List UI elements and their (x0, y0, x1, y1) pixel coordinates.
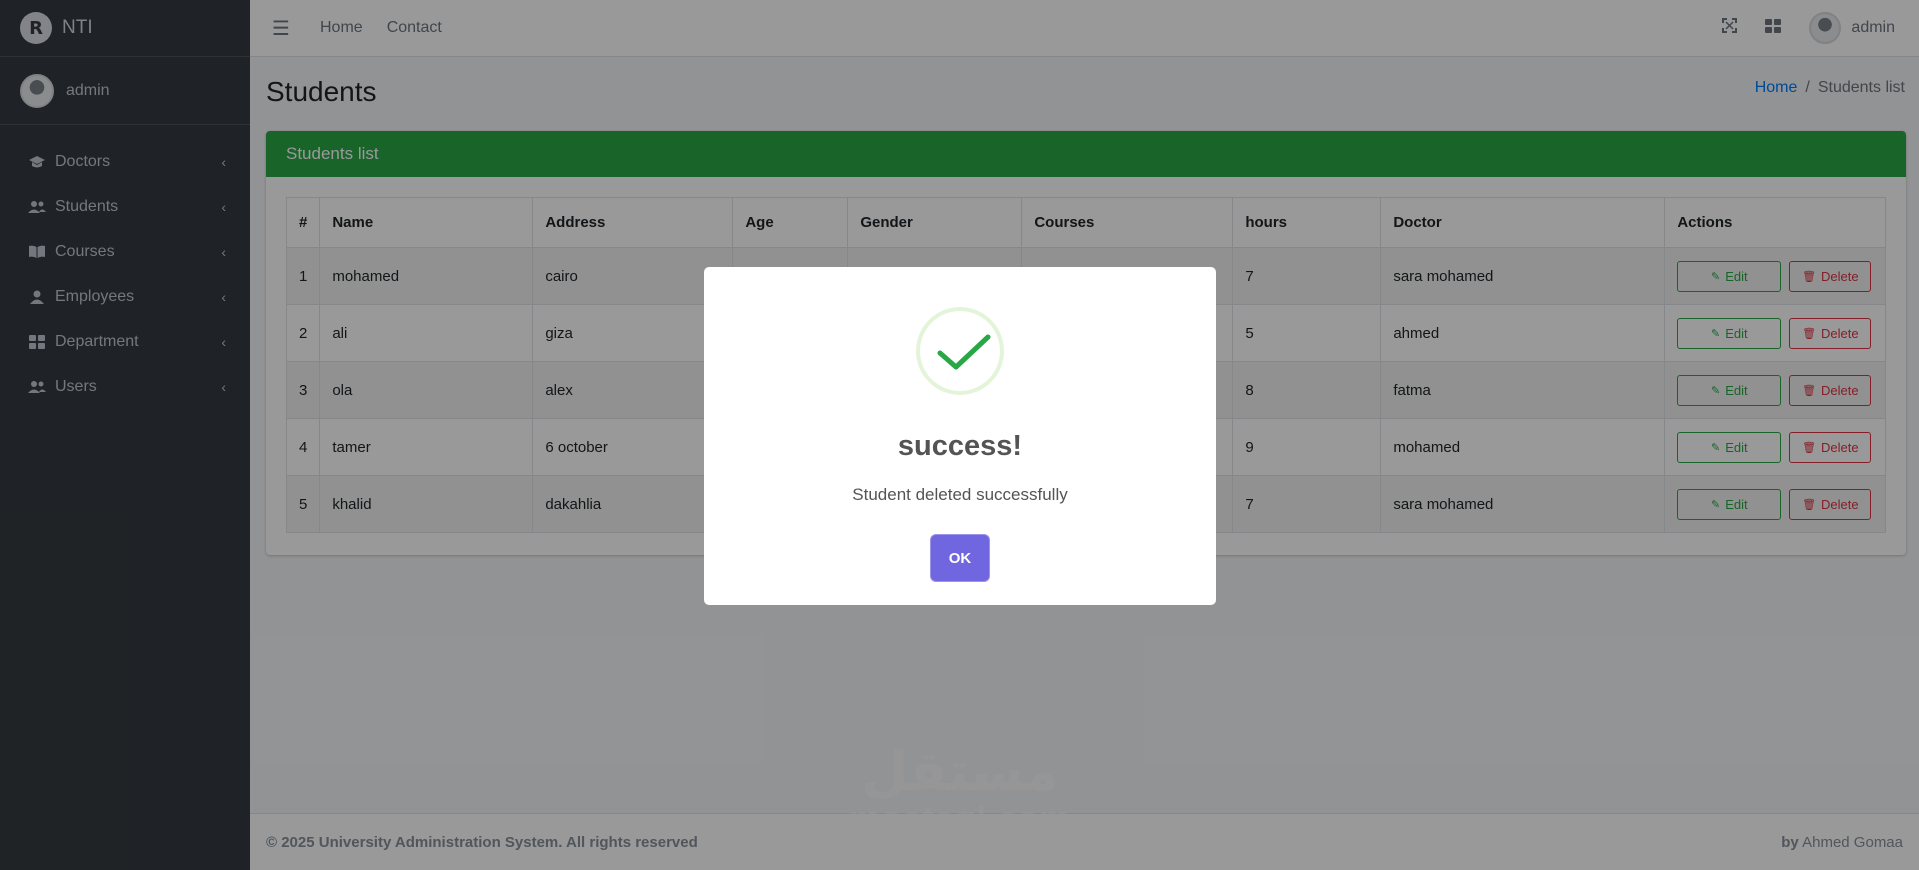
ok-button[interactable]: OK (931, 535, 989, 581)
dialog-message: Student deleted successfully (852, 485, 1068, 504)
success-check-icon (916, 307, 1004, 395)
dialog-title: success! (897, 430, 1023, 462)
success-dialog: success! Student deleted successfully OK (704, 267, 1216, 605)
